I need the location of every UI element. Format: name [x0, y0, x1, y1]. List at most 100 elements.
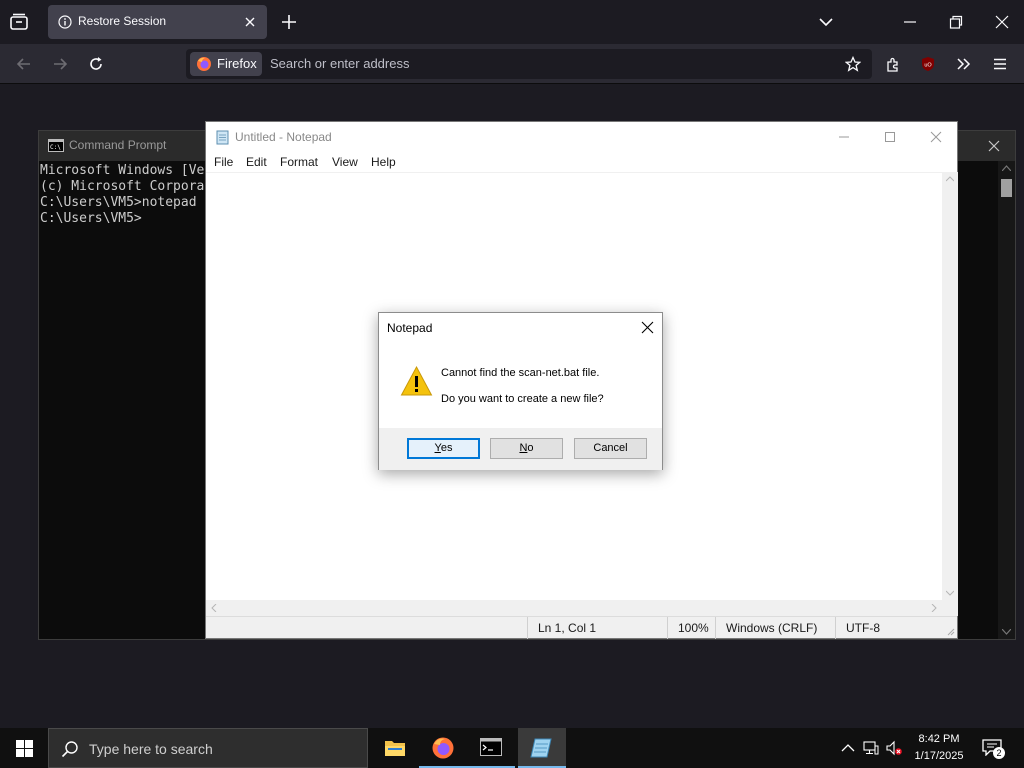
scroll-up-icon[interactable] — [946, 176, 954, 182]
notepad-vertical-scrollbar[interactable] — [942, 172, 958, 600]
close-icon — [930, 131, 942, 143]
info-icon — [58, 15, 72, 29]
status-encoding: UTF-8 — [835, 617, 945, 639]
yes-label: es — [440, 442, 453, 454]
notification-badge: 2 — [993, 747, 1005, 759]
browser-nav-bar: Firefox Search or enter address uO — [0, 44, 1024, 84]
dialog-title: Notepad — [387, 321, 433, 335]
taskbar-command-prompt[interactable] — [467, 728, 515, 768]
no-button[interactable]: No — [490, 438, 563, 459]
menu-file[interactable]: File — [214, 155, 233, 169]
notepad-dialog: Notepad Cannot find the scan-net.bat fil… — [378, 312, 663, 470]
tab-list-icon[interactable] — [8, 11, 30, 33]
scroll-left-icon[interactable] — [211, 604, 217, 612]
cmd-title: Command Prompt — [69, 138, 167, 152]
scroll-up-icon[interactable] — [1002, 165, 1011, 171]
taskbar-search-box[interactable]: Type here to search — [48, 728, 368, 768]
menu-format[interactable]: Format — [280, 155, 318, 169]
svg-text:uO: uO — [924, 63, 932, 69]
identity-box[interactable]: Firefox — [190, 52, 262, 76]
dialog-message-line1: Cannot find the scan-net.bat file. — [441, 367, 600, 379]
resize-grip-icon[interactable] — [945, 626, 955, 636]
status-position: Ln 1, Col 1 — [527, 617, 667, 639]
system-clock[interactable]: 8:42 PM 1/17/2025 — [912, 731, 966, 765]
cmd-scroll-thumb[interactable] — [1001, 179, 1012, 197]
close-tab-icon[interactable] — [243, 15, 257, 29]
notepad-horizontal-scrollbar[interactable] — [206, 600, 942, 616]
notepad-icon — [530, 738, 552, 758]
folder-icon — [385, 741, 405, 756]
clock-time: 8:42 PM — [918, 733, 960, 745]
clock-date: 1/17/2025 — [914, 750, 964, 762]
extensions-icon[interactable] — [885, 56, 901, 72]
overflow-chevron-icon[interactable] — [955, 56, 971, 72]
forward-icon[interactable] — [52, 56, 68, 72]
no-label: o — [527, 442, 534, 454]
cmd-line: C:\Users\VM5> — [40, 211, 142, 226]
reload-icon[interactable] — [88, 56, 104, 72]
scroll-right-icon[interactable] — [931, 604, 937, 612]
start-button[interactable] — [0, 728, 48, 768]
maximize-icon — [885, 132, 895, 142]
hamburger-menu-icon[interactable] — [992, 56, 1008, 72]
action-center-button[interactable]: 2 — [982, 739, 1005, 759]
search-icon — [61, 741, 78, 758]
cmd-line: C:\Users\VM5>notepad — [40, 195, 197, 210]
dialog-message-line2: Do you want to create a new file? — [441, 393, 604, 405]
cmd-line: Microsoft Windows [Ve — [40, 163, 205, 178]
show-hidden-icons-chevron-icon[interactable] — [840, 740, 856, 756]
notepad-close-button[interactable] — [913, 122, 959, 152]
scrollbar-corner — [942, 600, 958, 616]
menu-help[interactable]: Help — [371, 155, 396, 169]
restore-icon[interactable] — [948, 14, 964, 30]
notepad-status-bar: Ln 1, Col 1 100% Windows (CRLF) UTF-8 — [206, 616, 957, 639]
windows-logo-icon — [16, 740, 33, 757]
minimize-icon — [839, 136, 849, 138]
notepad-maximize-button[interactable] — [867, 122, 913, 152]
taskbar: Type here to search 8:42 PM 1/17/2025 2 — [0, 728, 1024, 768]
notepad-app-icon — [216, 130, 229, 145]
notepad-minimize-button[interactable] — [821, 122, 867, 152]
cancel-label: Cancel — [593, 442, 628, 454]
minimize-icon[interactable] — [902, 14, 918, 30]
cmd-scrollbar[interactable] — [998, 161, 1015, 639]
cmd-app-icon: C:\ — [48, 139, 64, 152]
notepad-menu-bar: File Edit Format View Help — [206, 152, 957, 172]
chevron-down-icon[interactable] — [818, 14, 834, 30]
firefox-logo-icon — [197, 57, 211, 71]
taskbar-file-explorer[interactable] — [371, 728, 419, 768]
cancel-button[interactable]: Cancel — [574, 438, 647, 459]
cmd-close-icon[interactable] — [987, 139, 1001, 153]
taskbar-notepad[interactable] — [518, 728, 566, 768]
status-line-ending: Windows (CRLF) — [715, 617, 835, 639]
notepad-title: Untitled - Notepad — [235, 130, 332, 144]
menu-view[interactable]: View — [332, 155, 358, 169]
tab-restore-session[interactable]: Restore Session — [48, 5, 267, 39]
scroll-down-icon[interactable] — [946, 590, 954, 596]
network-icon[interactable] — [863, 740, 879, 756]
browser-tab-bar: Restore Session — [0, 0, 1024, 44]
terminal-icon — [480, 738, 502, 756]
close-window-icon[interactable] — [994, 14, 1010, 30]
status-zoom: 100% — [667, 617, 715, 639]
firefox-icon — [432, 737, 454, 759]
taskbar-firefox[interactable] — [419, 728, 467, 768]
dialog-close-icon[interactable] — [641, 321, 654, 334]
scroll-down-icon[interactable] — [1002, 629, 1011, 635]
svg-text:C:\: C:\ — [50, 144, 61, 151]
back-icon[interactable] — [16, 56, 32, 72]
new-tab-icon[interactable] — [280, 13, 298, 31]
ublock-icon[interactable]: uO — [920, 56, 936, 72]
address-bar[interactable]: Firefox Search or enter address — [186, 49, 872, 79]
bookmark-star-icon[interactable] — [845, 56, 861, 72]
menu-edit[interactable]: Edit — [246, 155, 267, 169]
cmd-output: Microsoft Windows [Ve (c) Microsoft Corpo… — [40, 163, 204, 227]
search-placeholder: Type here to search — [89, 741, 213, 757]
yes-button[interactable]: Yes — [407, 438, 480, 459]
url-input[interactable]: Search or enter address — [270, 56, 409, 71]
identity-label: Firefox — [217, 56, 257, 71]
volume-muted-icon[interactable] — [886, 740, 902, 756]
notepad-title-bar[interactable]: Untitled - Notepad — [206, 122, 957, 152]
tab-title: Restore Session — [78, 14, 167, 28]
dialog-button-area: Yes No Cancel — [379, 428, 662, 470]
